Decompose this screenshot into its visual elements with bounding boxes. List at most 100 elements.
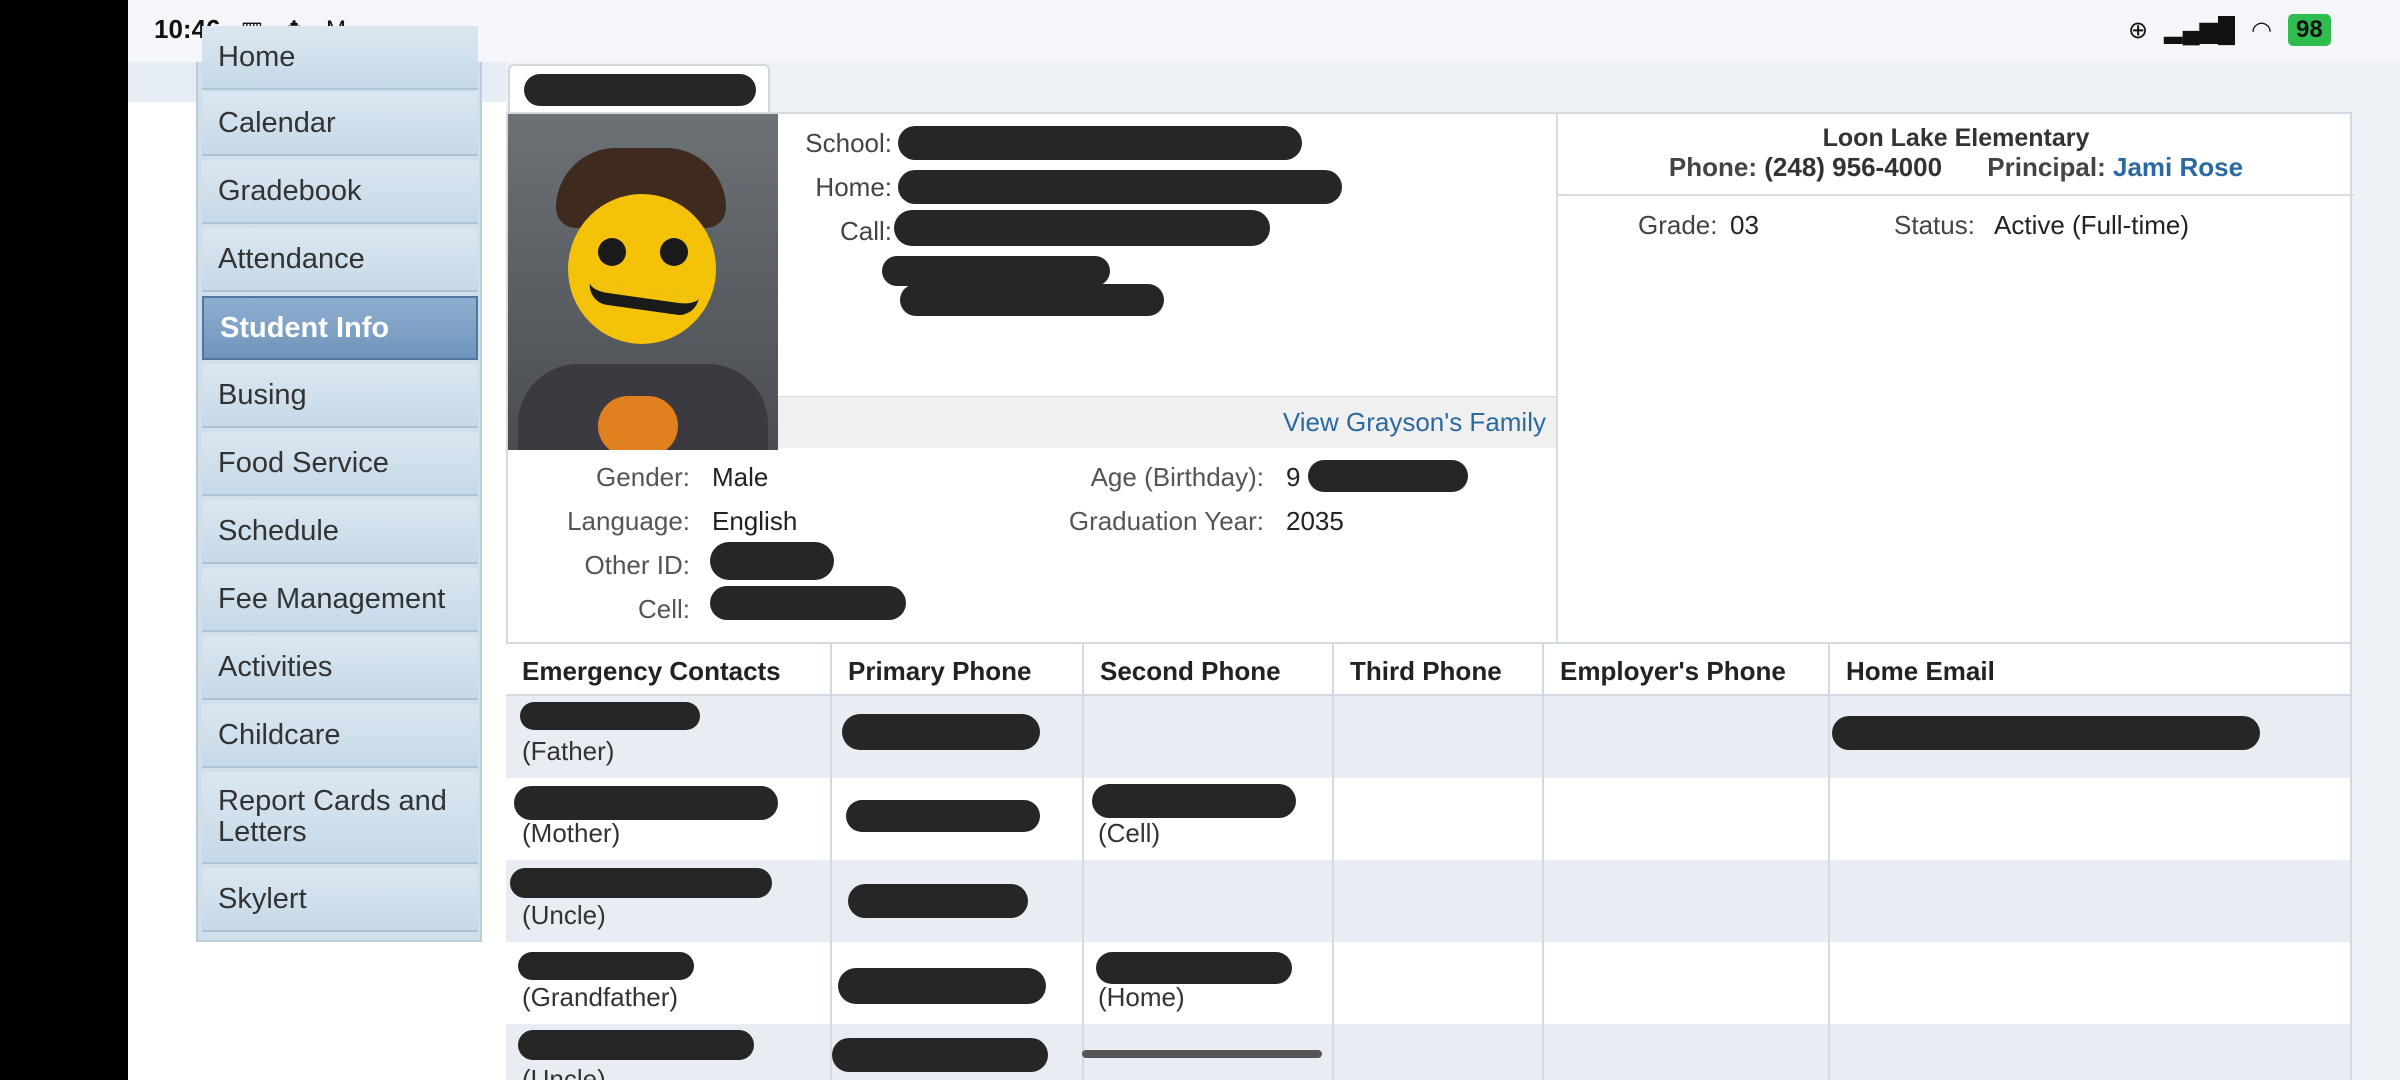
sidebar-item-label: Skylert [218, 882, 307, 915]
view-family-link[interactable]: View Grayson's Family [1283, 407, 1546, 438]
sidebar-item-childcare[interactable]: Childcare [202, 704, 478, 768]
cell-label: Cell: [637, 594, 690, 624]
home-label: Home: [815, 172, 892, 202]
table-row: (Uncle) [506, 860, 2352, 942]
redaction-mark [1092, 784, 1296, 818]
table-row: (Mother) (Cell) [506, 778, 2352, 860]
sidebar-item-fee-management[interactable]: Fee Management [202, 568, 478, 632]
sidebar-item-skylert[interactable]: Skylert [202, 868, 478, 932]
smiley-face-icon [568, 194, 716, 344]
contact-relation: (Uncle) [522, 1064, 606, 1080]
contact-relation: (Father) [522, 736, 615, 766]
sidebar-item-food-service[interactable]: Food Service [202, 432, 478, 496]
school-separator [1558, 194, 2354, 196]
table-header-row: Emergency Contacts Primary Phone Second … [506, 642, 2352, 696]
contact-second-phone-type: (Cell) [1098, 818, 1161, 848]
redaction-mark [842, 714, 1040, 750]
sidebar-item-label: Food Service [218, 446, 389, 479]
sidebar-item-label: Attendance [218, 242, 365, 275]
redaction-mark [524, 74, 756, 106]
column-divider [1542, 642, 1544, 1080]
grade-label: Grade: [1638, 210, 1718, 240]
sidebar-item-schedule[interactable]: Schedule [202, 500, 478, 564]
status-right-icons: ⊕ ▂▄▆█ ◠ 98 [2128, 14, 2331, 46]
student-info-panel: School: Home: Call: View Grayson's Famil… [506, 112, 2354, 646]
sidebar-item-calendar[interactable]: Calendar [202, 92, 478, 156]
sidebar-item-label: Fee Management [218, 582, 446, 615]
column-divider [1828, 642, 1830, 1080]
smiley-mouth [587, 282, 699, 318]
call-label: Call: [839, 216, 892, 246]
graduation-year-value: 2035 [1286, 506, 1344, 536]
sidebar-item-label: Busing [218, 378, 307, 411]
redaction-mark [1832, 716, 2260, 750]
column-header-home-email: Home Email [1846, 655, 1995, 686]
sidebar-nav: Home Calendar Gradebook Attendance Stude… [196, 26, 482, 942]
age-label: Age (Birthday): [1090, 462, 1264, 492]
redaction-mark [710, 542, 834, 580]
column-header-emergency-contacts: Emergency Contacts [522, 655, 781, 686]
sidebar-item-label: Report Cards and Letters [218, 784, 447, 848]
redaction-mark [898, 126, 1302, 160]
sidebar-item-activities[interactable]: Activities [202, 636, 478, 700]
wifi-icon: ◠ [2251, 16, 2272, 44]
family-bar: View Grayson's Family [778, 396, 1556, 448]
sidebar-item-report-cards[interactable]: Report Cards and Letters [202, 772, 478, 864]
status-label: Status: [1894, 210, 1975, 240]
school-phone-value: (248) 956-4000 [1764, 152, 1943, 182]
web-page: Home Calendar Gradebook Attendance Stude… [128, 26, 2400, 1080]
principal-link[interactable]: Jami Rose [2113, 152, 2243, 182]
alarm-icon: ⊕ [2128, 16, 2149, 44]
sidebar-item-label: Home [218, 40, 296, 73]
column-header-third-phone: Third Phone [1350, 655, 1502, 686]
column-divider [830, 642, 832, 1080]
redaction-mark [832, 1038, 1048, 1072]
redaction-mark [710, 586, 906, 620]
redaction-mark [510, 868, 772, 898]
column-header-second-phone: Second Phone [1100, 655, 1281, 686]
column-divider [1082, 642, 1084, 1080]
redaction-mark [848, 884, 1028, 918]
redaction-mark [1308, 460, 1468, 492]
battery-indicator: 98 [2287, 14, 2331, 46]
school-name: Loon Lake Elementary [1822, 124, 2090, 152]
gender-value: Male [712, 462, 769, 492]
redaction-mark [882, 256, 1110, 286]
redaction-mark [838, 968, 1046, 1004]
grade-value: 03 [1730, 210, 1759, 240]
main-content: School: Home: Call: View Grayson's Famil… [506, 62, 2400, 1080]
gesture-home-bar[interactable] [1082, 1050, 1322, 1058]
language-label: Language: [567, 506, 690, 536]
redaction-mark [1096, 952, 1292, 984]
gender-label: Gender: [596, 462, 690, 492]
redaction-mark [518, 952, 694, 980]
redaction-mark [900, 284, 1164, 316]
redaction-mark [894, 210, 1270, 246]
left-bezel [0, 0, 128, 1080]
sidebar-item-busing[interactable]: Busing [202, 364, 478, 428]
sidebar-item-gradebook[interactable]: Gradebook [202, 160, 478, 224]
column-divider [2350, 642, 2352, 1080]
contact-relation: (Uncle) [522, 900, 606, 930]
redaction-mark [518, 1030, 754, 1060]
signal-icon: ▂▄▆█ [2164, 16, 2236, 44]
sidebar-item-label: Calendar [218, 106, 336, 139]
contact-relation: (Mother) [522, 818, 621, 848]
column-divider [1332, 642, 1334, 1080]
graduation-year-label: Graduation Year: [1068, 506, 1264, 536]
sidebar-item-student-info[interactable]: Student Info [202, 296, 478, 360]
smiley-eye [598, 238, 626, 266]
student-name-tab[interactable] [508, 64, 770, 112]
smiley-eye [660, 238, 688, 266]
sidebar-item-attendance[interactable]: Attendance [202, 228, 478, 292]
sidebar-item-home[interactable]: Home [202, 26, 478, 90]
status-value: Active (Full-time) [1994, 210, 2190, 240]
principal-label: Principal: [1987, 152, 2106, 182]
redaction-mark [520, 702, 700, 730]
column-header-employer-phone: Employer's Phone [1560, 655, 1786, 686]
column-header-primary-phone: Primary Phone [848, 655, 1032, 686]
table-row: (Father) [506, 696, 2352, 778]
contact-relation: (Grandfather) [522, 982, 679, 1012]
student-photo [508, 114, 778, 450]
school-label: School: [805, 128, 892, 158]
